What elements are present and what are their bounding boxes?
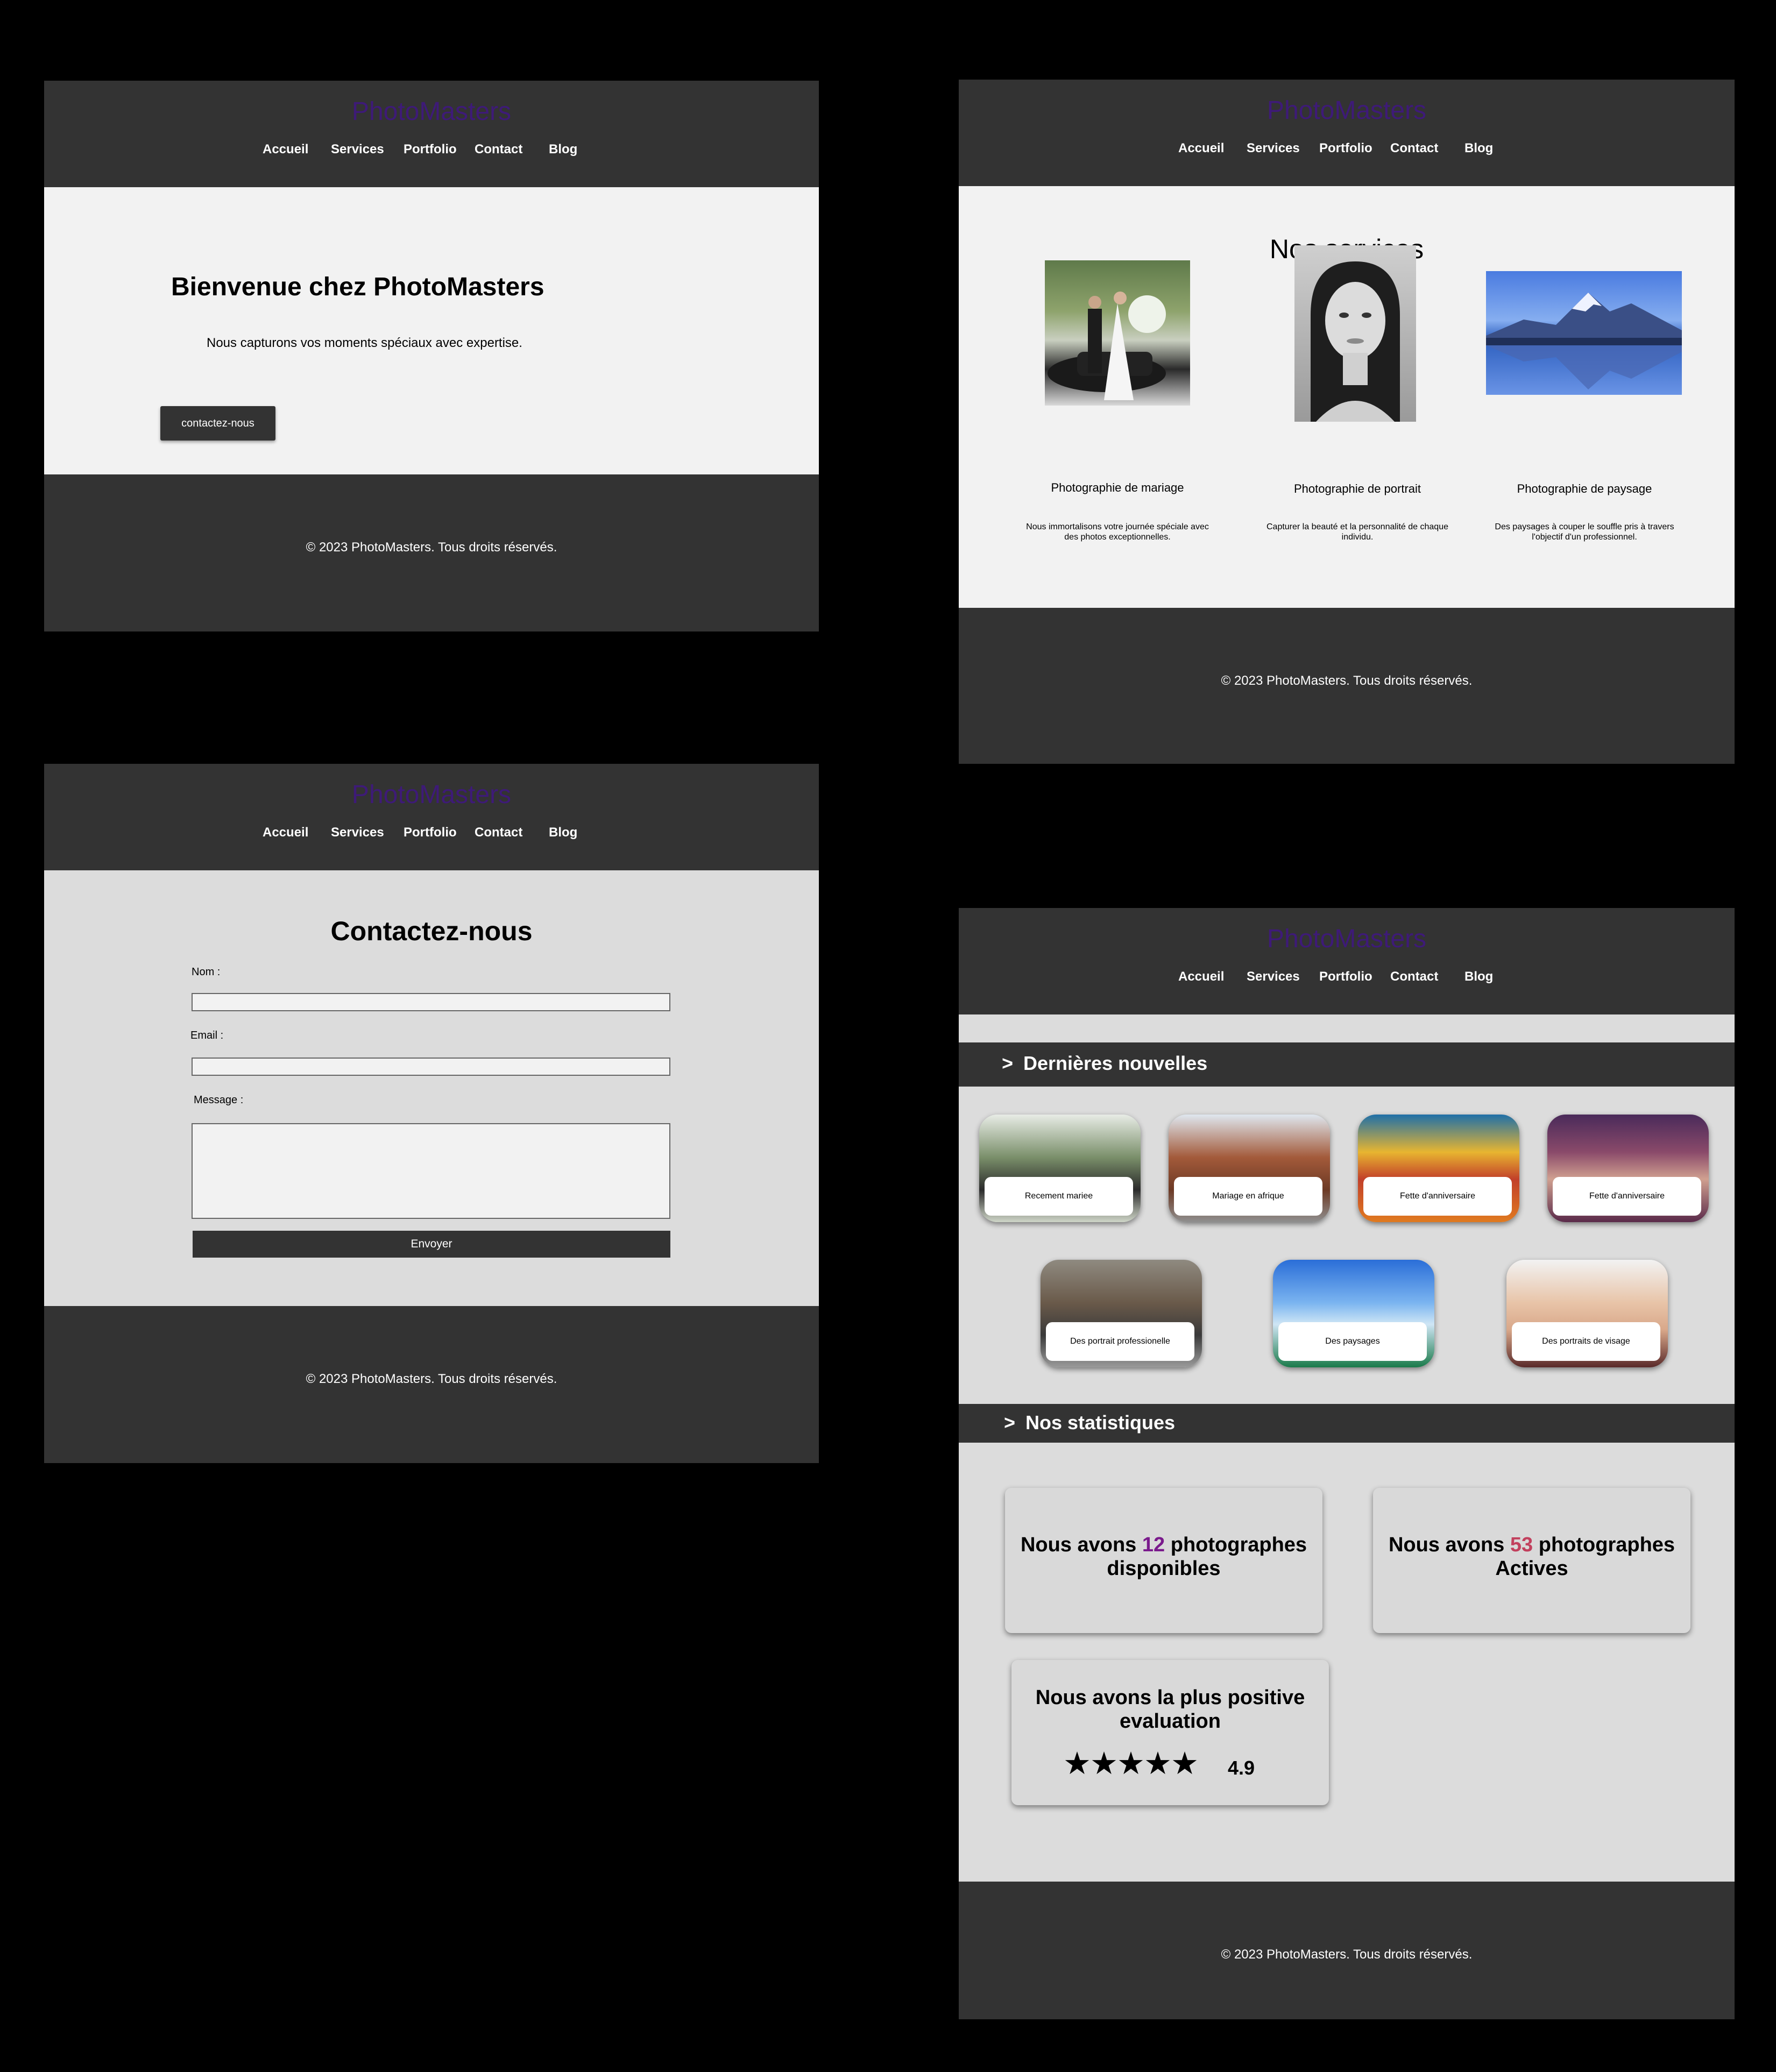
stat-rating-text: Nous avons la plus positive evaluation <box>1035 1686 1305 1733</box>
stats-section-header: > Nos statistiques <box>959 1404 1735 1443</box>
nav-accueil[interactable]: Accueil <box>1178 141 1224 156</box>
news-caption: Des portrait professionelle <box>1046 1322 1194 1361</box>
nav-blog[interactable]: Blog <box>549 142 577 157</box>
nav-portfolio[interactable]: Portfolio <box>404 825 457 840</box>
news-card[interactable]: Fette d'anniversaire <box>1358 1115 1519 1222</box>
message-textarea[interactable] <box>192 1123 670 1219</box>
brand-logo[interactable]: PhotoMasters <box>44 780 819 810</box>
contact-form-section: Contactez-nous Nom : Email : Message : E… <box>44 870 819 1306</box>
nav-accueil[interactable]: Accueil <box>263 825 308 840</box>
site-header: PhotoMasters Accueil Services Portfolio … <box>959 80 1735 186</box>
service-desc-landscape: Des paysages à couper le souffle pris à … <box>1495 522 1674 542</box>
stat-card-active: Nous avons 53 photographes Actives <box>1373 1488 1690 1633</box>
site-footer: © 2023 PhotoMasters. Tous droits réservé… <box>44 1306 819 1463</box>
stat-text-prefix: Nous avons <box>1388 1534 1510 1556</box>
site-header: PhotoMasters Accueil Services Portfolio … <box>44 81 819 187</box>
submit-button[interactable]: Envoyer <box>193 1231 670 1258</box>
email-label: Email : <box>190 1030 224 1041</box>
stats-prefix: > <box>1004 1411 1016 1434</box>
landscape-photo <box>1486 271 1682 395</box>
news-caption: Recement mariee <box>985 1177 1133 1216</box>
contact-page-frame: PhotoMasters Accueil Services Portfolio … <box>44 764 819 1463</box>
service-desc-portrait: Capturer la beauté et la personnalité de… <box>1266 522 1448 542</box>
brand-logo[interactable]: PhotoMasters <box>959 924 1735 954</box>
nav-accueil[interactable]: Accueil <box>1178 969 1224 984</box>
news-card[interactable]: Des portraits de visage <box>1506 1260 1668 1367</box>
nav-blog[interactable]: Blog <box>549 825 577 840</box>
stat-number: 53 <box>1510 1534 1533 1556</box>
rating-value: 4.9 <box>1228 1757 1255 1779</box>
home-page-frame: PhotoMasters Accueil Services Portfolio … <box>44 81 819 631</box>
footer-copyright: © 2023 PhotoMasters. Tous droits réservé… <box>1221 673 1473 688</box>
wedding-photo <box>1045 260 1190 406</box>
news-card[interactable]: Mariage en afrique <box>1169 1115 1330 1222</box>
site-header: PhotoMasters Accueil Services Portfolio … <box>44 764 819 870</box>
service-desc-wedding: Nous immortalisons votre journée spécial… <box>1026 522 1209 542</box>
brand-logo[interactable]: PhotoMasters <box>959 96 1735 125</box>
stat-number: 12 <box>1142 1534 1165 1556</box>
service-title-portrait: Photographie de portrait <box>1293 482 1421 495</box>
site-footer: © 2023 PhotoMasters. Tous droits réservé… <box>959 608 1735 764</box>
news-card[interactable]: Recement mariee <box>979 1115 1141 1222</box>
footer-copyright: © 2023 PhotoMasters. Tous droits réservé… <box>306 540 557 555</box>
news-caption: Des paysages <box>1278 1322 1427 1361</box>
nav-portfolio[interactable]: Portfolio <box>1319 969 1372 984</box>
hero-section: Bienvenue chez PhotoMasters Nous capturo… <box>44 187 819 474</box>
nav-contact[interactable]: Contact <box>1390 141 1438 156</box>
news-section-header: > Dernières nouvelles <box>959 1042 1735 1087</box>
message-label: Message : <box>194 1094 244 1106</box>
services-section: Nos services Photographie de mariage Nou… <box>959 186 1735 608</box>
site-footer: © 2023 PhotoMasters. Tous droits réservé… <box>959 1882 1735 2019</box>
nav-portfolio[interactable]: Portfolio <box>404 142 457 157</box>
news-prefix: > <box>1002 1052 1014 1074</box>
hero-title: Bienvenue chez PhotoMasters <box>171 273 544 301</box>
blog-page-frame: PhotoMasters Accueil Services Portfolio … <box>959 908 1735 2019</box>
site-footer: © 2023 PhotoMasters. Tous droits réservé… <box>44 474 819 631</box>
stat-active-text: Nous avons 53 photographes Actives <box>1373 1533 1690 1580</box>
news-caption: Fette d'anniversaire <box>1553 1177 1701 1216</box>
nav-contact[interactable]: Contact <box>475 825 522 840</box>
service-title-wedding: Photographie de mariage <box>1051 481 1184 494</box>
footer-copyright: © 2023 PhotoMasters. Tous droits réservé… <box>306 1372 557 1386</box>
name-field[interactable] <box>192 993 670 1011</box>
nav-contact[interactable]: Contact <box>1390 969 1438 984</box>
news-caption: Mariage en afrique <box>1174 1177 1322 1216</box>
footer-copyright: © 2023 PhotoMasters. Tous droits réservé… <box>1221 1947 1473 1962</box>
news-card[interactable]: Des paysages <box>1273 1260 1434 1367</box>
nav-blog[interactable]: Blog <box>1464 969 1493 984</box>
name-label: Nom : <box>192 966 221 978</box>
contact-cta-button[interactable]: contactez-nous <box>160 406 275 441</box>
rating-stars-icon: ★★★★★ <box>1063 1746 1199 1781</box>
services-page-frame: PhotoMasters Accueil Services Portfolio … <box>959 80 1735 764</box>
stat-available-text: Nous avons 12 photographes disponibles <box>1005 1533 1322 1580</box>
nav-blog[interactable]: Blog <box>1464 141 1493 156</box>
blog-content: > Dernières nouvelles Recement mariee Ma… <box>959 1014 1735 1882</box>
stat-card-available: Nous avons 12 photographes disponibles <box>1005 1488 1322 1633</box>
stats-title: Nos statistiques <box>1025 1411 1176 1434</box>
news-caption: Fette d'anniversaire <box>1363 1177 1512 1216</box>
hero-subtitle: Nous capturons vos moments spéciaux avec… <box>207 336 522 350</box>
news-card[interactable]: Des portrait professionelle <box>1041 1260 1202 1367</box>
nav-portfolio[interactable]: Portfolio <box>1319 141 1372 156</box>
news-card[interactable]: Fette d'anniversaire <box>1547 1115 1709 1222</box>
email-field[interactable] <box>192 1058 670 1076</box>
brand-logo[interactable]: PhotoMasters <box>44 97 819 126</box>
news-title: Dernières nouvelles <box>1023 1052 1208 1074</box>
service-title-landscape: Photographie de paysage <box>1517 482 1652 495</box>
nav-accueil[interactable]: Accueil <box>263 142 308 157</box>
news-caption: Des portraits de visage <box>1512 1322 1660 1361</box>
portrait-photo <box>1294 245 1416 422</box>
nav-services[interactable]: Services <box>1247 141 1300 156</box>
nav-services[interactable]: Services <box>331 825 384 840</box>
nav-services[interactable]: Services <box>331 142 384 157</box>
stat-text-prefix: Nous avons <box>1020 1534 1142 1556</box>
nav-services[interactable]: Services <box>1247 969 1300 984</box>
contact-title: Contactez-nous <box>330 916 533 946</box>
stat-card-rating: Nous avons la plus positive evaluation ★… <box>1011 1660 1329 1805</box>
nav-contact[interactable]: Contact <box>475 142 522 157</box>
site-header: PhotoMasters Accueil Services Portfolio … <box>959 908 1735 1014</box>
